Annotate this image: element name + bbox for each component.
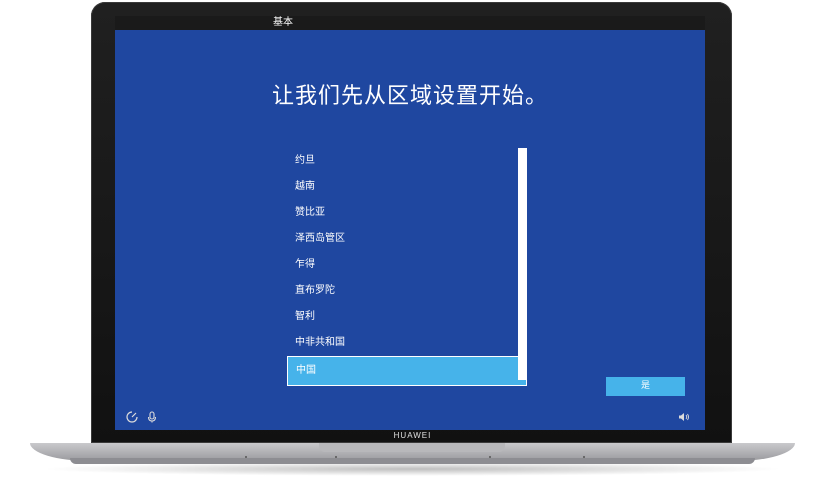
tab-bar: 基本	[115, 16, 705, 32]
list-item[interactable]: 越南	[287, 174, 527, 200]
laptop-base-bottom	[70, 458, 755, 464]
yes-button[interactable]: 是	[606, 377, 685, 396]
base-dot	[489, 456, 491, 458]
list-item[interactable]: 直布罗陀	[287, 278, 527, 304]
microphone-icon[interactable]	[145, 411, 159, 425]
base-dot	[583, 456, 585, 458]
setup-screen: 让我们先从区域设置开始。 约旦 越南 赞比亚 泽西岛管区 乍得 直布罗陀 智利 …	[115, 30, 705, 430]
list-item[interactable]: 智利	[287, 304, 527, 330]
accessibility-icon[interactable]	[125, 411, 139, 425]
laptop-shadow	[40, 462, 785, 476]
page-title: 让我们先从区域设置开始。	[271, 84, 548, 109]
base-dot	[245, 456, 247, 458]
bottom-toolbar	[115, 406, 705, 430]
list-item[interactable]: 约旦	[287, 148, 527, 174]
base-dot	[335, 456, 337, 458]
list-item[interactable]: 泽西岛管区	[287, 226, 527, 252]
list-scrollbar[interactable]	[518, 148, 527, 380]
list-item[interactable]: 乍得	[287, 252, 527, 278]
region-list[interactable]: 约旦 越南 赞比亚 泽西岛管区 乍得 直布罗陀 智利 中非共和国 中国	[287, 148, 527, 386]
brand-logo: HUAWEI	[393, 431, 432, 440]
volume-icon[interactable]	[677, 411, 691, 425]
list-item[interactable]: 中非共和国	[287, 330, 527, 356]
list-item-selected[interactable]: 中国	[287, 356, 527, 386]
laptop-hinge	[319, 443, 505, 452]
list-item[interactable]: 赞比亚	[287, 200, 527, 226]
